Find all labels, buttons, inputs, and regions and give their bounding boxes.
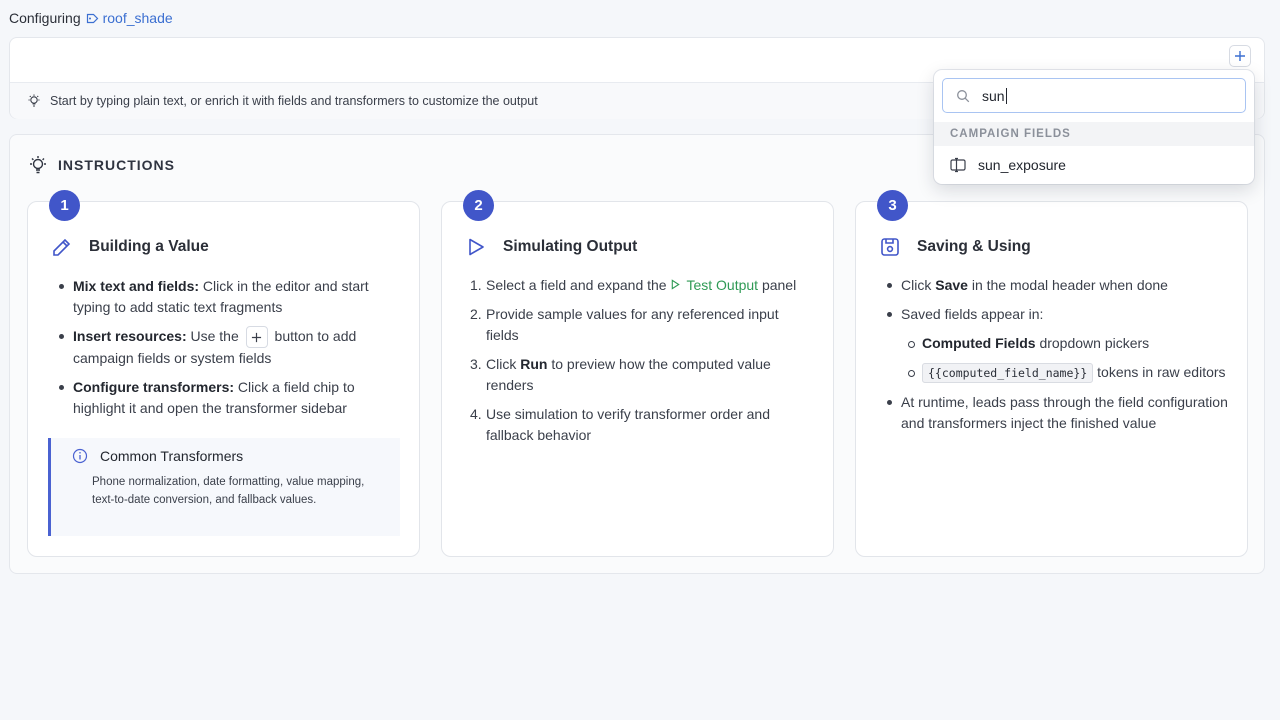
dropdown-item-sun-exposure[interactable]: sun_exposure bbox=[934, 152, 1254, 178]
step-card-3: 3 Saving & Using Click Save in the modal… bbox=[855, 190, 1248, 557]
list-item: Configure transformers: Click a field ch… bbox=[58, 377, 401, 419]
save-icon bbox=[879, 236, 901, 258]
tag-icon bbox=[86, 12, 99, 25]
play-icon bbox=[672, 279, 681, 290]
list-item: Insert resources: Use the button to add … bbox=[58, 326, 401, 369]
callout-title: Common Transformers bbox=[100, 448, 244, 464]
step-heading: Building a Value bbox=[51, 236, 209, 258]
group-label: CAMPAIGN FIELDS bbox=[934, 122, 1254, 146]
step-card-1: 1 Building a Value Mix text and fields: … bbox=[27, 190, 420, 557]
configuring-label: Configuring bbox=[9, 10, 81, 26]
list-item: 4. Use simulation to verify transformer o… bbox=[470, 406, 770, 443]
page-header: Configuring roof_shade bbox=[9, 9, 173, 27]
plus-icon bbox=[245, 326, 268, 349]
list-item: 1. Select a field and expand the Test Out… bbox=[470, 277, 797, 293]
hint-text: Start by typing plain text, or enrich it… bbox=[50, 94, 538, 108]
resource-name[interactable]: roof_shade bbox=[103, 10, 173, 26]
step-body: 1. Select a field and expand the Test Out… bbox=[470, 275, 815, 454]
list-item: Click Save in the modal header when done bbox=[886, 275, 1229, 296]
info-icon bbox=[72, 448, 88, 464]
instructions-title-text: INSTRUCTIONS bbox=[58, 157, 175, 173]
test-output-link[interactable]: Test Output bbox=[670, 277, 758, 293]
search-value: sun bbox=[982, 87, 1005, 104]
item-label: sun_exposure bbox=[978, 157, 1066, 173]
step-heading: Simulating Output bbox=[465, 236, 637, 258]
step-body: Mix text and fields: Click in the editor… bbox=[58, 276, 401, 427]
play-icon bbox=[465, 236, 487, 258]
step-title: Building a Value bbox=[89, 238, 209, 255]
step-heading: Saving & Using bbox=[879, 236, 1031, 258]
list-item: 2. Provide sample values for any referenc… bbox=[470, 306, 779, 343]
step-number: 3 bbox=[877, 190, 908, 221]
resource-search-dropdown: sun CAMPAIGN FIELDS sun_exposure bbox=[934, 70, 1254, 184]
step-title: Simulating Output bbox=[503, 238, 638, 255]
sub-list-item: Computed Fields dropdown pickers bbox=[907, 333, 1229, 354]
list-item: Saved fields appear in: Computed Fields … bbox=[886, 304, 1229, 384]
list-item: 3. Click Run to preview how the computed … bbox=[470, 356, 771, 393]
step-body: Click Save in the modal header when done… bbox=[886, 275, 1229, 442]
lightbulb-icon bbox=[27, 94, 41, 108]
instructions-panel: INSTRUCTIONS 1 Building a Value Mix text… bbox=[9, 134, 1265, 574]
text-caret bbox=[1005, 87, 1007, 104]
step-number: 2 bbox=[463, 190, 494, 221]
plus-icon bbox=[1235, 51, 1245, 61]
common-transformers-callout: Common Transformers Phone normalization,… bbox=[48, 438, 400, 536]
field-icon bbox=[950, 157, 968, 173]
code-token: {{computed_field_name}} bbox=[922, 363, 1094, 383]
instructions-title: INSTRUCTIONS bbox=[28, 155, 175, 175]
list-item: At runtime, leads pass through the field… bbox=[886, 392, 1229, 434]
step-number: 1 bbox=[49, 190, 80, 221]
search-input[interactable]: sun bbox=[942, 78, 1246, 113]
pencil-icon bbox=[51, 236, 73, 258]
step-card-2: 2 Simulating Output 1. Select a field and… bbox=[441, 190, 834, 557]
list-item: Mix text and fields: Click in the editor… bbox=[58, 276, 401, 318]
step-title: Saving & Using bbox=[917, 238, 1031, 255]
search-icon bbox=[956, 89, 970, 103]
lightbulb-icon bbox=[28, 155, 48, 175]
sub-list-item: {{computed_field_name}} tokens in raw ed… bbox=[907, 362, 1229, 384]
add-resource-button[interactable] bbox=[1229, 45, 1251, 67]
callout-body: Phone normalization, date formatting, va… bbox=[92, 476, 365, 506]
